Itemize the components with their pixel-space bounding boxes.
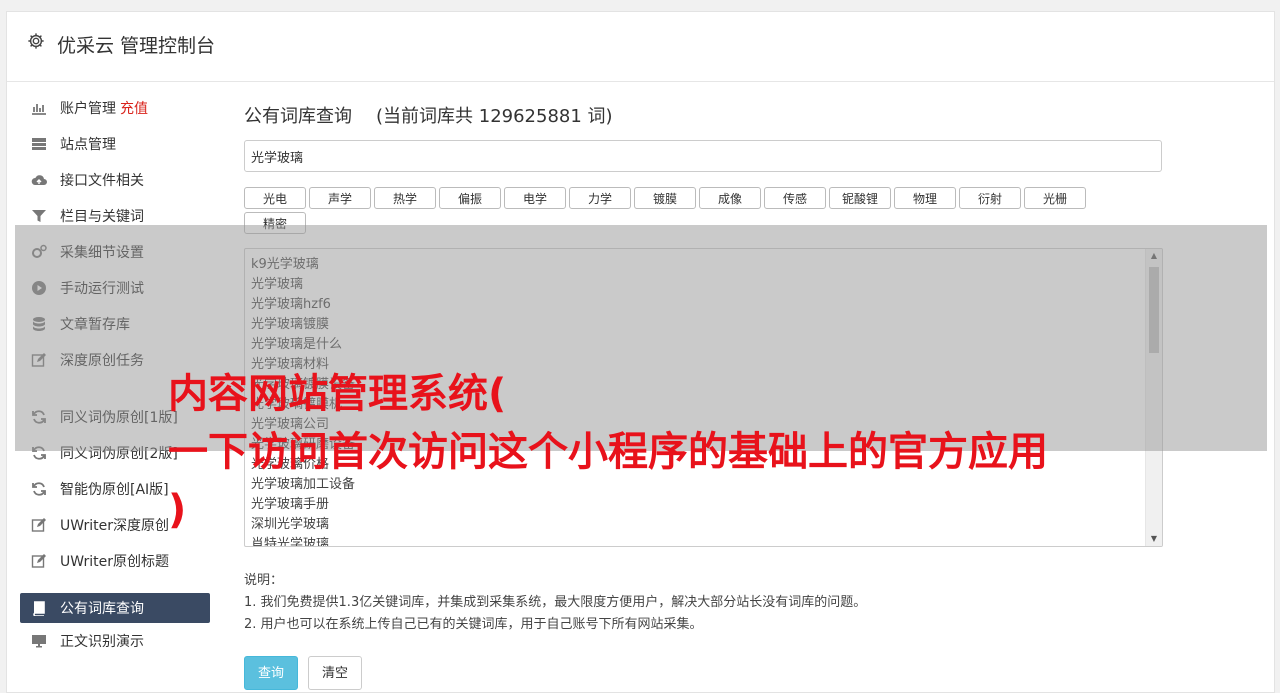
sidebar-item-text-recognition[interactable]: 正文识别演示: [20, 623, 210, 659]
book-icon: [30, 600, 48, 616]
tag-button[interactable]: 物理: [894, 187, 956, 209]
note-line: 1. 我们免费提供1.3亿关键词库，并集成到采集系统，最大限度方便用户，解决大部…: [244, 595, 867, 610]
sidebar-item-label: UWriter原创标题: [60, 554, 169, 570]
sidebar-item-label: 栏目与关键词: [60, 209, 144, 225]
sidebar-item-sites[interactable]: 站点管理: [20, 126, 210, 162]
note-line: 2. 用户也可以在系统上传自己已有的关键词库，用于自己账号下所有网站采集。: [244, 617, 703, 632]
sidebar-item-label: 站点管理: [60, 137, 116, 153]
notes-title: 说明：: [244, 573, 284, 588]
tag-button[interactable]: 声学: [309, 187, 371, 209]
header: 优采云 管理控制台: [7, 12, 1274, 82]
sidebar-item-label: 账户管理: [60, 101, 116, 117]
sidebar-item-label: 正文识别演示: [60, 634, 144, 650]
edit-icon: [30, 517, 48, 533]
sidebar-item-public-dictionary[interactable]: 公有词库查询: [20, 593, 210, 623]
tag-button[interactable]: 力学: [569, 187, 631, 209]
page-title: 公有词库查询 (当前词库共 129625881 词): [244, 102, 613, 128]
bar-chart-icon: [30, 100, 48, 116]
sidebar-item-account[interactable]: 账户管理 充值: [20, 90, 210, 126]
tag-button[interactable]: 热学: [374, 187, 436, 209]
sidebar-item-label: 接口文件相关: [60, 173, 144, 189]
tag-button[interactable]: 衍射: [959, 187, 1021, 209]
keyword-search-input[interactable]: [244, 140, 1162, 172]
tag-button[interactable]: 光栅: [1024, 187, 1086, 209]
cloud-upload-icon: [30, 172, 48, 188]
dictionary-count: (当前词库共 129625881 词): [376, 106, 613, 127]
query-button[interactable]: 查询: [244, 656, 298, 690]
overlay-caption-line: 一下访问首次访问这个小程序的基础上的官方应用: [168, 429, 1048, 475]
refresh-icon: [30, 481, 48, 497]
server-icon: [30, 136, 48, 152]
tag-button[interactable]: 镀膜: [634, 187, 696, 209]
monitor-icon: [30, 633, 48, 649]
sidebar-item-label: 公有词库查询: [60, 601, 144, 617]
tag-button[interactable]: 成像: [699, 187, 761, 209]
overlay-caption-line: ): [168, 487, 187, 533]
tag-button[interactable]: 电学: [504, 187, 566, 209]
edit-icon: [30, 553, 48, 569]
overlay-caption: 内容网站管理系统( 一下访问首次访问这个小程序的基础上的官方应用 ): [168, 365, 1148, 539]
tag-button[interactable]: 铌酸锂: [829, 187, 891, 209]
overlay-caption-line: 内容网站管理系统(: [168, 371, 507, 417]
tag-button[interactable]: 光电: [244, 187, 306, 209]
sidebar-item-uwriter-title[interactable]: UWriter原创标题: [20, 543, 210, 579]
tag-button[interactable]: 偏振: [439, 187, 501, 209]
page-title-text: 公有词库查询: [244, 106, 352, 127]
sidebar-item-label: UWriter深度原创: [60, 518, 169, 534]
sidebar-item-interface-files[interactable]: 接口文件相关: [20, 162, 210, 198]
scroll-down-arrow-icon[interactable]: ▼: [1146, 532, 1162, 546]
recharge-link[interactable]: 充值: [120, 98, 148, 118]
sidebar-divider: [20, 579, 210, 587]
app-title: 优采云 管理控制台: [57, 35, 216, 57]
filter-icon: [30, 208, 48, 224]
sidebar-item-label: 智能伪原创[AI版]: [60, 482, 169, 498]
notes: 说明： 1. 我们免费提供1.3亿关键词库，并集成到采集系统，最大限度方便用户，…: [244, 570, 866, 636]
gear-icon: [27, 32, 45, 50]
tag-button[interactable]: 传感: [764, 187, 826, 209]
clear-button[interactable]: 清空: [308, 656, 362, 690]
action-buttons: 查询 清空: [244, 656, 372, 690]
